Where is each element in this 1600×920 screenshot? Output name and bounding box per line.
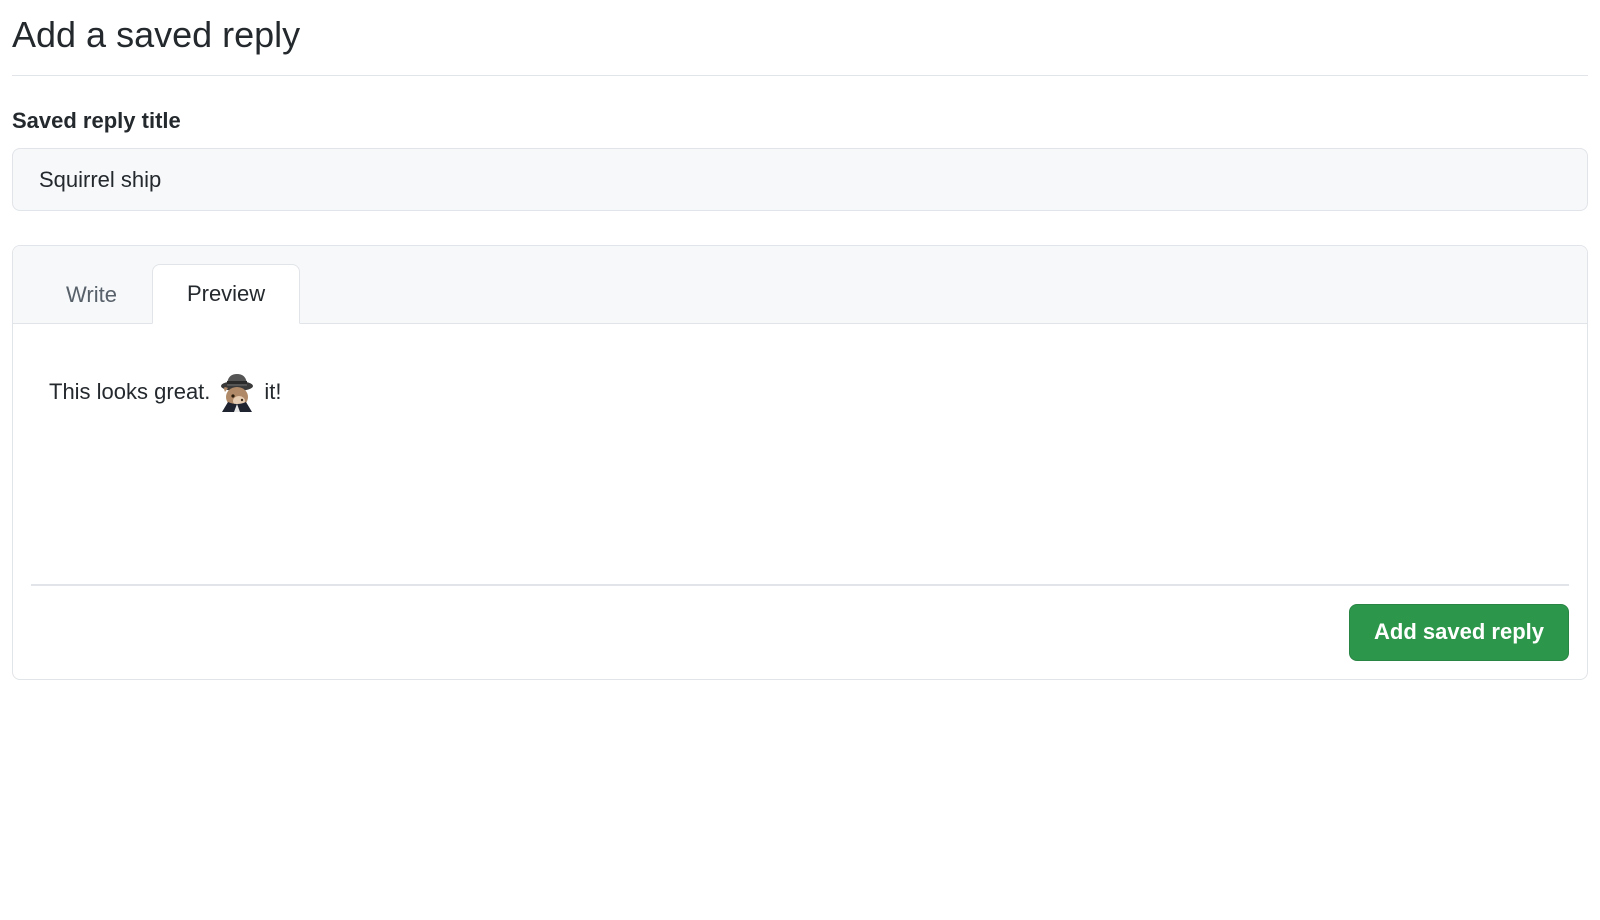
preview-content: This looks great. bbox=[13, 324, 1587, 584]
preview-text-after: it! bbox=[264, 375, 281, 408]
editor-footer: Add saved reply bbox=[13, 586, 1587, 678]
tab-write[interactable]: Write bbox=[31, 265, 152, 324]
editor-tabbar: Write Preview bbox=[13, 246, 1587, 324]
add-saved-reply-button[interactable]: Add saved reply bbox=[1349, 604, 1569, 660]
shipit-icon bbox=[216, 370, 258, 412]
preview-text-before: This looks great. bbox=[49, 375, 210, 408]
title-field-label: Saved reply title bbox=[12, 108, 1588, 134]
editor-container: Write Preview This looks great. bbox=[12, 245, 1588, 680]
saved-reply-title-input[interactable] bbox=[12, 148, 1588, 211]
tab-preview[interactable]: Preview bbox=[152, 264, 300, 324]
page-title: Add a saved reply bbox=[12, 12, 1588, 76]
